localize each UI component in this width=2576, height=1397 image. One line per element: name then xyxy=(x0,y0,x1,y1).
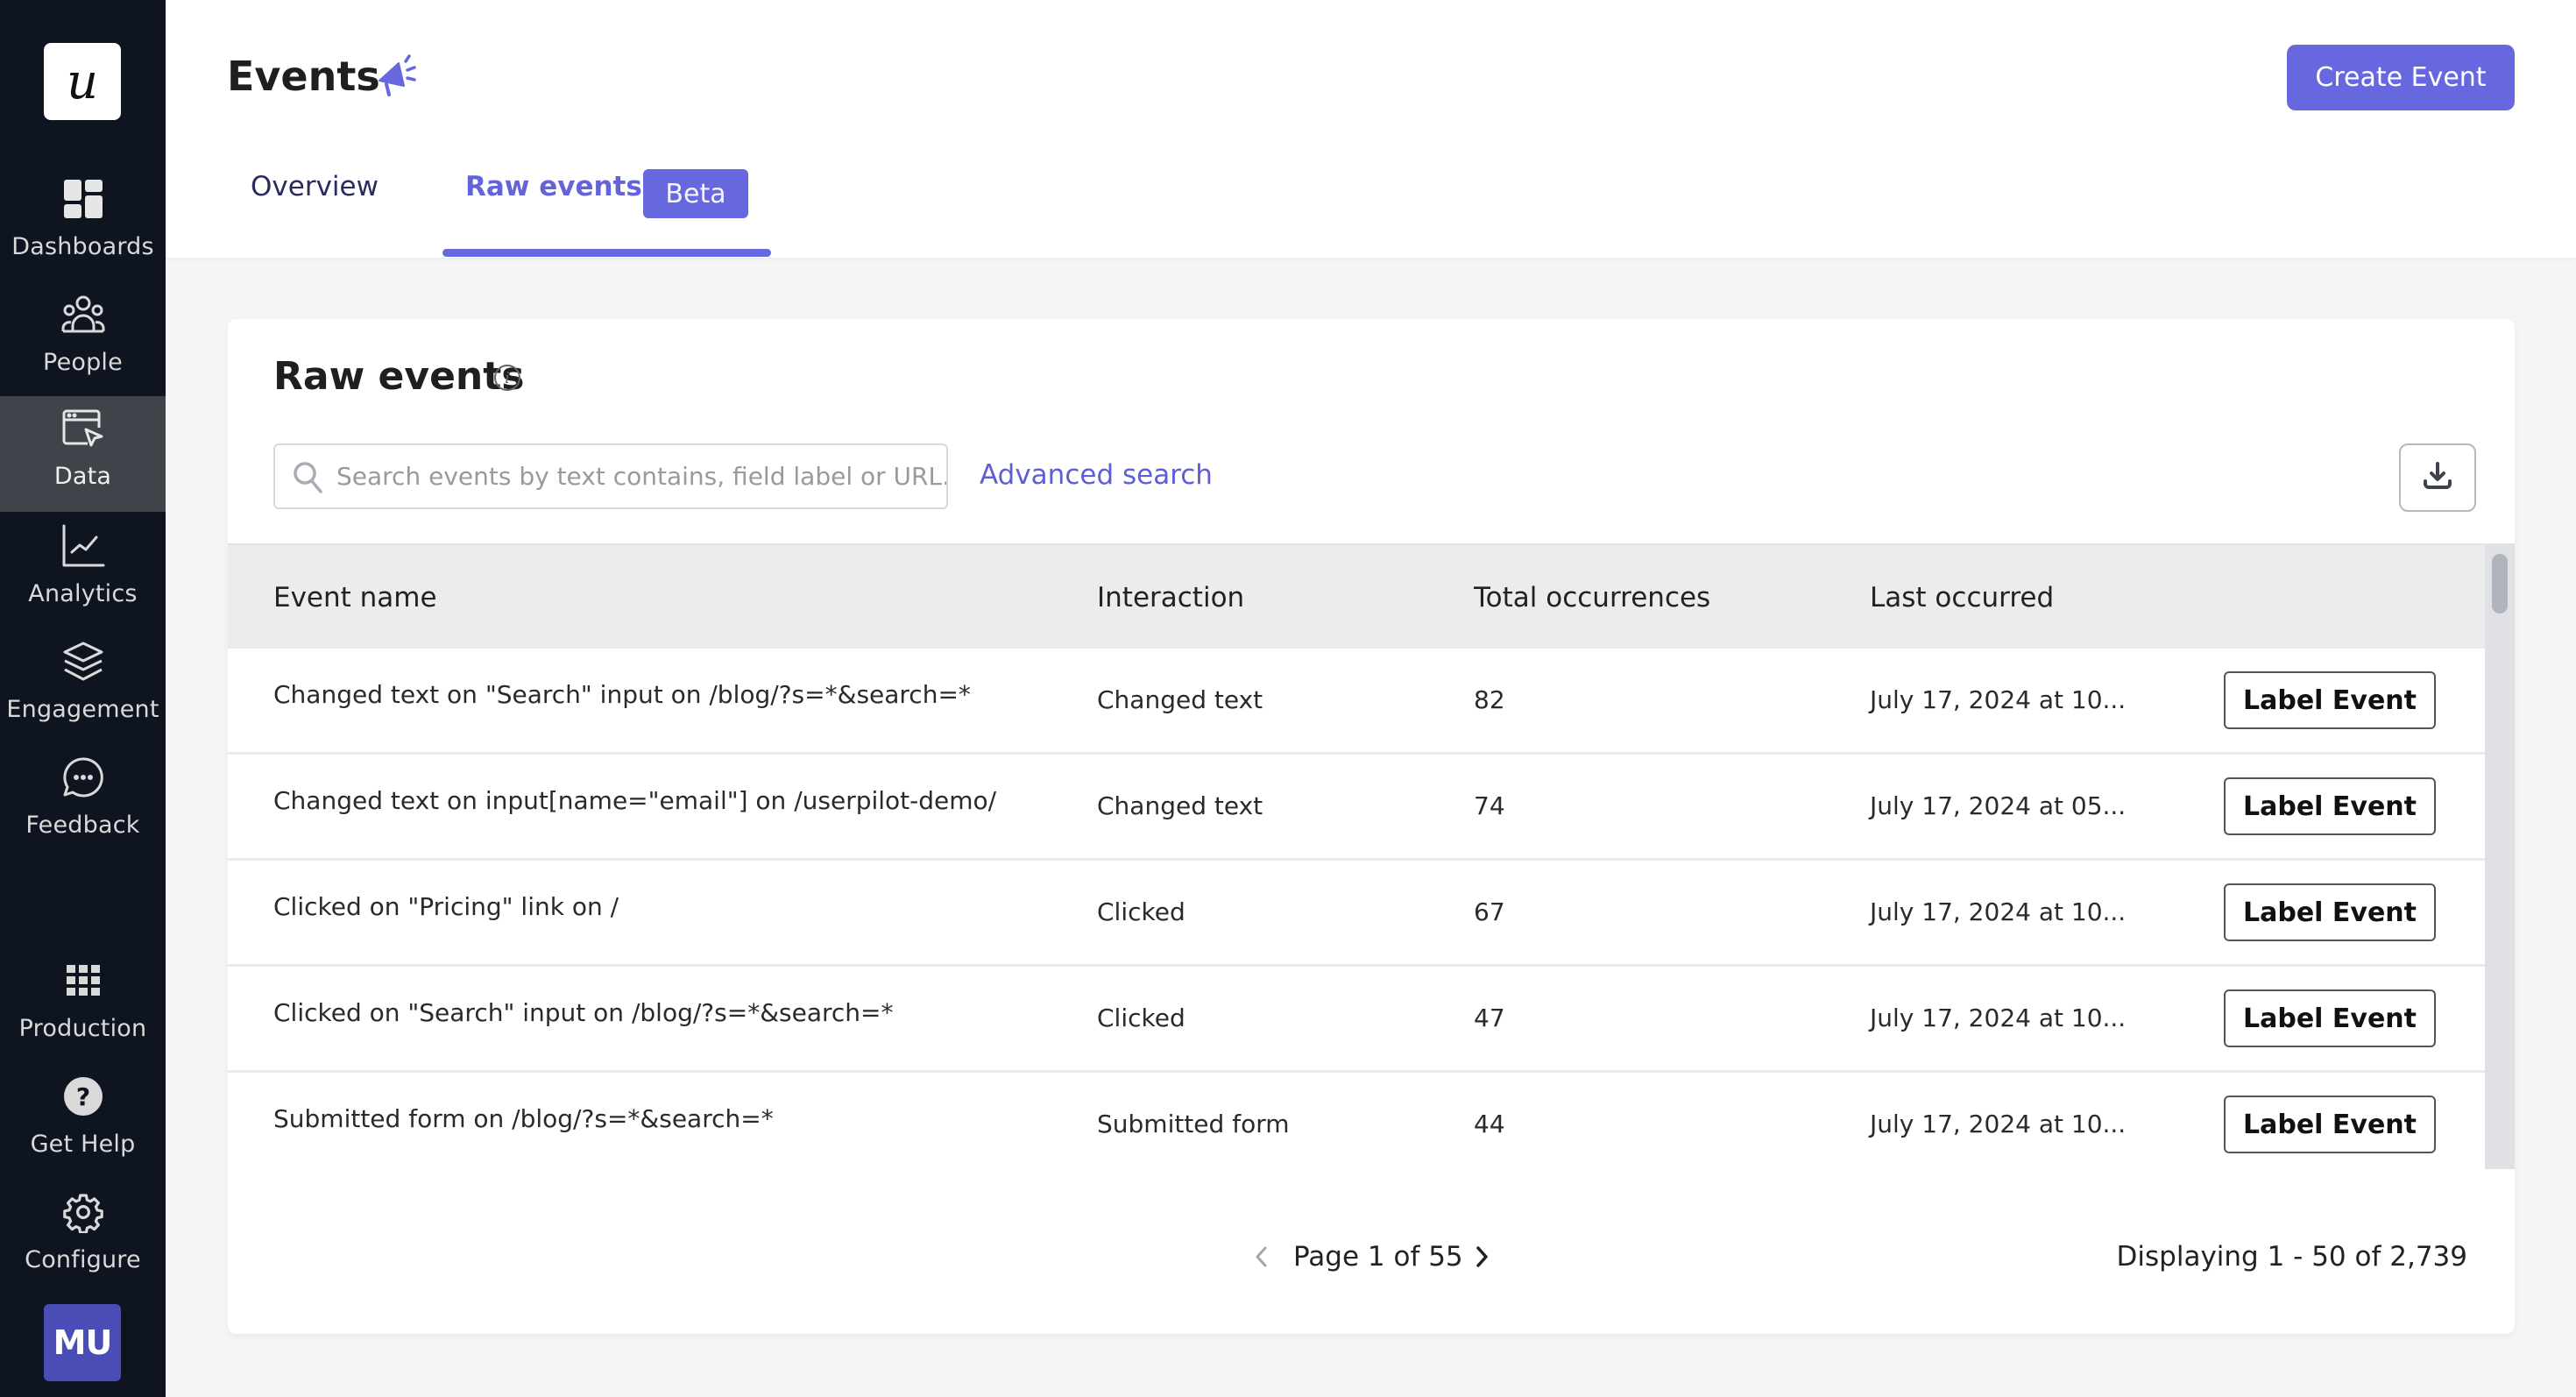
sidebar-item-label: Dashboards xyxy=(11,233,154,260)
label-event-button[interactable]: Label Event xyxy=(2224,671,2436,729)
help-icon: ? xyxy=(61,1074,105,1118)
svg-text:?: ? xyxy=(75,1082,89,1111)
sidebar-item-label: Engagement xyxy=(6,696,159,723)
previous-page-icon[interactable] xyxy=(1249,1237,1272,1276)
raw-events-card: Raw events i Advanced search Event name … xyxy=(228,319,2515,1334)
sidebar-item-label: Feedback xyxy=(25,812,140,839)
people-icon xyxy=(61,293,105,337)
table-row[interactable]: Clicked on "Pricing" link on / Clicked 6… xyxy=(228,861,2485,967)
column-header-last-occurred[interactable]: Last occurred xyxy=(1870,582,2054,613)
sidebar-item-label: Get Help xyxy=(30,1131,136,1158)
table-row[interactable]: Changed text on input[name="email"] on /… xyxy=(228,755,2485,861)
sidebar-item-get-help[interactable]: ? Get Help xyxy=(0,1064,166,1180)
card-title: Raw events xyxy=(273,354,525,399)
column-header-interaction[interactable]: Interaction xyxy=(1097,582,1244,613)
total-occurrences: 67 xyxy=(1474,897,1505,926)
column-header-total-occurrences[interactable]: Total occurrences xyxy=(1474,582,1710,613)
event-name: Changed text on "Search" input on /blog/… xyxy=(273,680,971,709)
total-occurrences: 74 xyxy=(1474,791,1505,820)
interaction: Changed text xyxy=(1097,791,1263,820)
display-count: Displaying 1 - 50 of 2,739 xyxy=(2116,1241,2467,1273)
search-field[interactable] xyxy=(273,443,948,509)
event-name: Clicked on "Search" input on /blog/?s=*&… xyxy=(273,998,894,1027)
interaction: Changed text xyxy=(1097,685,1263,714)
sidebar-item-production[interactable]: Production xyxy=(0,948,166,1064)
user-avatar[interactable]: MU xyxy=(44,1304,121,1381)
sidebar-item-analytics[interactable]: Analytics xyxy=(0,514,166,629)
table-row[interactable]: Changed text on "Search" input on /blog/… xyxy=(228,649,2485,755)
sidebar-item-label: Production xyxy=(18,1015,147,1042)
search-input[interactable] xyxy=(336,462,946,491)
label-event-button[interactable]: Label Event xyxy=(2224,777,2436,835)
sidebar-item-label: Configure xyxy=(25,1246,141,1273)
dashboard-icon xyxy=(61,177,105,221)
last-occurred: July 17, 2024 at 05... xyxy=(1870,791,2127,820)
info-icon[interactable]: i xyxy=(494,365,520,391)
chat-bubble-icon xyxy=(61,755,105,799)
sidebar-item-engagement[interactable]: Engagement xyxy=(0,629,166,745)
label-event-button[interactable]: Label Event xyxy=(2224,883,2436,941)
layers-icon xyxy=(61,640,105,684)
download-icon xyxy=(2422,461,2453,495)
interaction: Clicked xyxy=(1097,897,1185,926)
last-occurred: July 17, 2024 at 10... xyxy=(1870,897,2127,926)
label-event-button[interactable]: Label Event xyxy=(2224,989,2436,1047)
interaction: Submitted form xyxy=(1097,1110,1290,1138)
label-event-button[interactable]: Label Event xyxy=(2224,1096,2436,1153)
page-title: Events xyxy=(227,53,380,100)
advanced-search-link[interactable]: Advanced search xyxy=(980,459,1213,491)
download-button[interactable] xyxy=(2399,443,2476,512)
event-name: Submitted form on /blog/?s=*&search=* xyxy=(273,1104,774,1133)
sidebar-item-people[interactable]: People xyxy=(0,282,166,398)
create-event-button[interactable]: Create Event xyxy=(2287,45,2515,110)
beta-badge: Beta xyxy=(643,169,748,218)
tab-raw-events[interactable]: Raw events xyxy=(465,171,642,202)
page-indicator: Page 1 of 55 xyxy=(1293,1241,1463,1273)
last-occurred: July 17, 2024 at 10... xyxy=(1870,685,2127,714)
total-occurrences: 44 xyxy=(1474,1110,1505,1138)
gear-icon xyxy=(61,1190,105,1234)
scrollbar-thumb[interactable] xyxy=(2492,554,2508,613)
sidebar-item-label: People xyxy=(43,349,123,376)
column-header-event-name[interactable]: Event name xyxy=(273,582,437,613)
last-occurred: July 17, 2024 at 10... xyxy=(1870,1003,2127,1032)
grid-icon xyxy=(61,959,105,1003)
sidebar-item-label: Analytics xyxy=(28,580,138,607)
events-table: Event name Interaction Total occurrences… xyxy=(228,543,2515,1169)
sidebar-item-feedback[interactable]: Feedback xyxy=(0,745,166,861)
event-name: Clicked on "Pricing" link on / xyxy=(273,892,619,921)
sidebar: u Dashboards People Data Analytics Engag… xyxy=(0,0,166,1397)
userpilot-logo[interactable]: u xyxy=(44,43,121,120)
page-header: Events Create Event Overview Raw events … xyxy=(166,0,2576,258)
table-scrollbar[interactable] xyxy=(2485,545,2515,1169)
event-name: Changed text on input[name="email"] on /… xyxy=(273,786,997,815)
data-icon xyxy=(61,407,105,450)
sidebar-item-dashboards[interactable]: Dashboards xyxy=(0,167,166,282)
total-occurrences: 47 xyxy=(1474,1003,1505,1032)
table-row[interactable]: Clicked on "Search" input on /blog/?s=*&… xyxy=(228,967,2485,1073)
active-tab-indicator xyxy=(442,249,771,257)
sidebar-item-configure[interactable]: Configure xyxy=(0,1180,166,1295)
analytics-icon xyxy=(61,524,105,568)
sidebar-item-data[interactable]: Data xyxy=(0,396,166,512)
megaphone-icon xyxy=(376,54,420,98)
total-occurrences: 82 xyxy=(1474,685,1505,714)
next-page-icon[interactable] xyxy=(1470,1237,1493,1276)
table-row[interactable]: Submitted form on /blog/?s=*&search=* Su… xyxy=(228,1073,2485,1169)
search-icon xyxy=(291,459,326,494)
table-header: Event name Interaction Total occurrences… xyxy=(228,545,2485,649)
tab-overview[interactable]: Overview xyxy=(251,171,379,202)
sidebar-item-label: Data xyxy=(53,463,112,490)
interaction: Clicked xyxy=(1097,1003,1185,1032)
last-occurred: July 17, 2024 at 10... xyxy=(1870,1110,2127,1138)
